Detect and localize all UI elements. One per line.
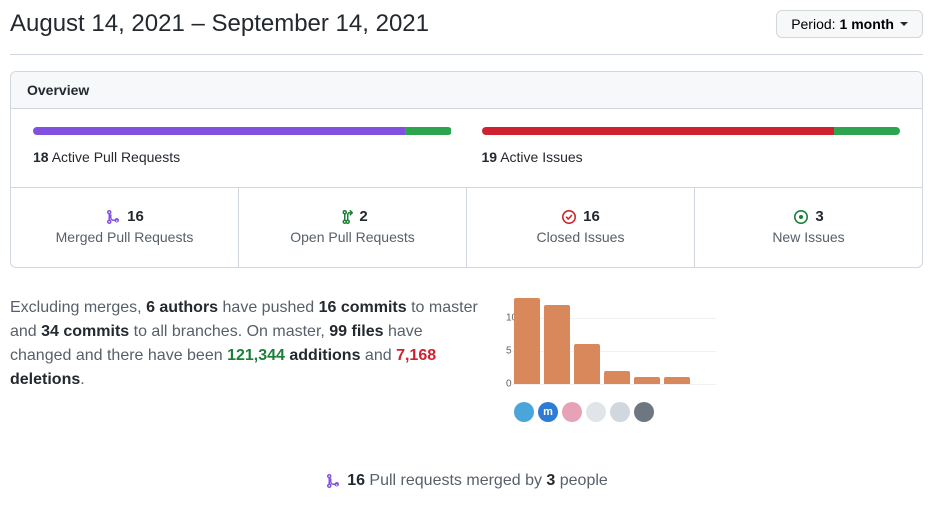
summary-mid3: to all branches. On master, <box>129 323 329 340</box>
summary-files: 99 files <box>329 323 383 340</box>
overview-heading: Overview <box>11 72 922 109</box>
summary-authors: 6 authors <box>146 299 218 316</box>
stat-merged-pull-requests[interactable]: 16 Merged Pull Requests <box>11 188 239 267</box>
summary-and: and <box>360 347 396 364</box>
avatar[interactable] <box>562 402 582 422</box>
pull-requests-bar-col[interactable]: 18 Active Pull Requests <box>33 127 452 165</box>
footer-mid: Pull requests merged by <box>365 472 546 489</box>
avatar[interactable] <box>634 402 654 422</box>
footer-pr-count: 16 <box>347 472 365 489</box>
issues-bar-col[interactable]: 19 Active Issues <box>482 127 901 165</box>
summary-commits-all: 34 commits <box>41 323 129 340</box>
stat-count: 2 <box>359 208 367 225</box>
stat-label: New Issues <box>703 229 914 245</box>
summary-additions-word: additions <box>285 347 361 364</box>
period-select-button[interactable]: Period: 1 month <box>776 10 923 38</box>
merged-segment <box>33 127 405 135</box>
pull-requests-label: 18 Active Pull Requests <box>33 149 452 165</box>
chart-bar <box>604 371 630 384</box>
stat-closed-issues[interactable]: 16 Closed Issues <box>467 188 695 267</box>
chart-bar <box>634 377 660 384</box>
summary-text: Excluding merges, 6 authors have pushed … <box>10 296 480 392</box>
avatar[interactable] <box>514 402 534 422</box>
period-label: Period: <box>791 16 835 32</box>
footer-people-count: 3 <box>546 472 555 489</box>
stat-label: Merged Pull Requests <box>19 229 230 245</box>
pull-requests-count: 18 <box>33 149 49 165</box>
git-merge-icon <box>105 209 121 225</box>
stat-count: 16 <box>127 208 144 225</box>
commits-by-author-chart: 0510 m <box>496 296 716 422</box>
overview-bars-row: 18 Active Pull Requests 19 Active Issues <box>11 109 922 188</box>
stat-count: 16 <box>583 208 600 225</box>
open-segment <box>405 127 451 135</box>
chevron-down-icon <box>900 22 908 26</box>
summary-additions: 121,344 <box>227 347 285 364</box>
avatar[interactable] <box>610 402 630 422</box>
summary-pre: Excluding merges, <box>10 299 146 316</box>
stat-open-pull-requests[interactable]: 2 Open Pull Requests <box>239 188 467 267</box>
summary-deletions-word: deletions <box>10 371 80 388</box>
period-value: 1 month <box>840 16 894 32</box>
stat-label: Closed Issues <box>475 229 686 245</box>
issue-closed-icon <box>561 209 577 225</box>
summary-end: . <box>80 371 84 388</box>
date-range-title: August 14, 2021 – September 14, 2021 <box>10 10 429 38</box>
overview-stats-row: 16 Merged Pull Requests 2 Open Pull Request… <box>11 188 922 267</box>
git-merge-icon <box>325 473 341 489</box>
closed-segment <box>482 127 834 135</box>
chart-bar <box>544 305 570 384</box>
issues-text: Active Issues <box>500 149 582 165</box>
issues-progress <box>482 127 901 135</box>
stat-label: Open Pull Requests <box>247 229 458 245</box>
summary-deletions: 7,168 <box>396 347 436 364</box>
chart-bar <box>664 377 690 384</box>
new-segment <box>834 127 900 135</box>
stat-new-issues[interactable]: 3 New Issues <box>695 188 922 267</box>
chart-gridline <box>510 384 716 385</box>
overview-card: Overview 18 Active Pull Requests 19 Acti… <box>10 71 923 268</box>
avatar[interactable] <box>586 402 606 422</box>
chart-bars <box>514 298 690 384</box>
stat-count: 3 <box>815 208 823 225</box>
summary-mid1: have pushed <box>218 299 319 316</box>
pull-requests-text: Active Pull Requests <box>52 149 180 165</box>
merged-pr-summary-heading: 16 Pull requests merged by 3 people <box>10 472 923 490</box>
git-pull-request-icon <box>337 209 353 225</box>
chart-bar <box>514 298 540 384</box>
summary-commits-master: 16 commits <box>319 299 407 316</box>
issue-opened-icon <box>793 209 809 225</box>
pull-requests-progress <box>33 127 452 135</box>
chart-bar <box>574 344 600 384</box>
footer-suffix: people <box>555 472 608 489</box>
avatar[interactable]: m <box>538 402 558 422</box>
issues-label: 19 Active Issues <box>482 149 901 165</box>
issues-count: 19 <box>482 149 498 165</box>
